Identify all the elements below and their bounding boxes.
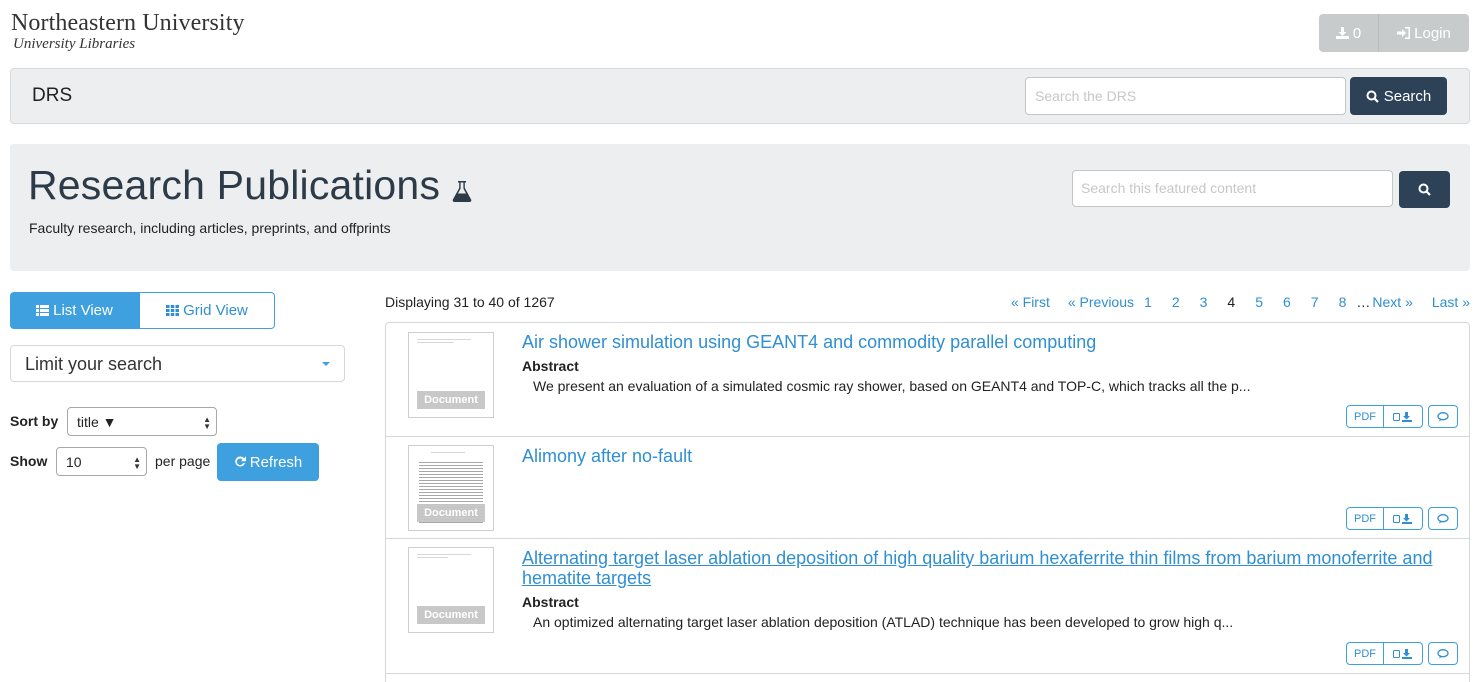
sort-select-value: title ▼ bbox=[77, 413, 117, 430]
select-arrows-icon: ▲ ▼ bbox=[133, 455, 141, 471]
drs-search-input[interactable]: Search the DRS bbox=[1025, 77, 1346, 115]
refresh-icon bbox=[234, 456, 246, 467]
per-page-select-value: 10 bbox=[66, 453, 82, 470]
comment-button[interactable] bbox=[1428, 642, 1458, 665]
result-item: Document Alternating target laser ablati… bbox=[386, 539, 1469, 674]
sort-select[interactable]: title ▼ ▲ ▼ bbox=[67, 407, 217, 436]
pdf-button[interactable]: PDF bbox=[1346, 642, 1384, 665]
refresh-button[interactable]: Refresh bbox=[217, 443, 319, 481]
show-label: Show bbox=[10, 453, 48, 469]
pager-previous[interactable]: « Previous bbox=[1068, 294, 1134, 310]
result-title-link[interactable]: Alimony after no-fault bbox=[522, 446, 1462, 466]
select-arrows-icon: ▲ ▼ bbox=[203, 415, 211, 431]
per-page-select[interactable]: 10 ▲ ▼ bbox=[56, 447, 147, 476]
cart-count: 0 bbox=[1352, 24, 1362, 42]
limit-search-label: Limit your search bbox=[25, 354, 163, 374]
grid-view-button[interactable]: Grid View bbox=[139, 292, 275, 329]
pager-last[interactable]: Last » bbox=[1432, 294, 1470, 310]
document-label: Document bbox=[417, 606, 485, 624]
pager-page-8[interactable]: 8 bbox=[1339, 294, 1347, 310]
search-icon bbox=[1418, 183, 1431, 196]
pager-page-6[interactable]: 6 bbox=[1283, 294, 1291, 310]
pdf-button[interactable]: PDF bbox=[1346, 405, 1384, 428]
limit-search-dropdown[interactable]: Limit your search bbox=[10, 345, 345, 382]
search-button-label: Search bbox=[1383, 87, 1432, 105]
result-actions: PDF bbox=[1346, 507, 1458, 530]
result-actions: PDF bbox=[1346, 642, 1458, 665]
abstract-text: An optimized alternating target laser ab… bbox=[533, 614, 1234, 630]
add-download-button[interactable] bbox=[1384, 405, 1423, 428]
refresh-label: Refresh bbox=[249, 453, 303, 471]
pager-ellipsis: … bbox=[1356, 294, 1371, 310]
document-thumbnail[interactable]: Document bbox=[408, 445, 494, 531]
download-icon bbox=[1393, 513, 1412, 524]
featured-search-input[interactable]: Search this featured content bbox=[1072, 170, 1393, 207]
nav-title-drs[interactable]: DRS bbox=[32, 85, 72, 107]
document-label: Document bbox=[417, 391, 485, 409]
sort-by-label: Sort by bbox=[10, 413, 59, 429]
pager-current-page: 4 bbox=[1227, 294, 1236, 310]
download-icon bbox=[1393, 411, 1412, 422]
result-title-link[interactable]: Alternating target laser ablation deposi… bbox=[522, 548, 1462, 588]
document-label: Document bbox=[417, 504, 485, 522]
document-thumbnail[interactable]: Document bbox=[408, 332, 494, 418]
result-item: Document Alimony after no-fault PDF bbox=[386, 437, 1469, 539]
page-title-text: Research Publications bbox=[28, 162, 441, 208]
result-item: Document Air shower simulation using GEA… bbox=[386, 323, 1469, 437]
page-title: Research Publications bbox=[28, 162, 472, 212]
page-subtitle: Faculty research, including articles, pr… bbox=[29, 220, 391, 236]
search-icon bbox=[1366, 90, 1379, 103]
view-toggle: List View Grid View bbox=[10, 292, 275, 329]
list-icon bbox=[36, 305, 50, 316]
download-icon bbox=[1393, 648, 1412, 659]
abstract-label: Abstract bbox=[522, 594, 579, 610]
pdf-button[interactable]: PDF bbox=[1346, 507, 1384, 530]
result-title-link[interactable]: Air shower simulation using GEANT4 and c… bbox=[522, 332, 1462, 352]
sign-in-icon bbox=[1397, 27, 1411, 39]
login-button[interactable]: Login bbox=[1379, 14, 1469, 52]
featured-search-button[interactable] bbox=[1399, 171, 1450, 208]
document-thumbnail[interactable]: Document bbox=[408, 547, 494, 633]
pager-page-7[interactable]: 7 bbox=[1311, 294, 1319, 310]
result-actions: PDF bbox=[1346, 405, 1458, 428]
featured-content-header: Research Publications Faculty research, … bbox=[10, 144, 1470, 271]
drs-search-button[interactable]: Search bbox=[1350, 77, 1447, 115]
login-label: Login bbox=[1414, 24, 1451, 42]
caret-down-icon bbox=[322, 362, 330, 366]
abstract-label: Abstract bbox=[522, 358, 579, 374]
pager-page-1[interactable]: 1 bbox=[1144, 294, 1152, 310]
comment-icon bbox=[1437, 648, 1449, 658]
comment-button[interactable] bbox=[1428, 405, 1458, 428]
results-list: Document Air shower simulation using GEA… bbox=[385, 322, 1470, 682]
add-download-button[interactable] bbox=[1384, 507, 1423, 530]
account-buttons: 0 Login bbox=[1319, 14, 1469, 52]
grid-view-label: Grid View bbox=[183, 302, 248, 319]
list-view-label: List View bbox=[53, 302, 113, 319]
per-page-label: per page bbox=[155, 453, 211, 469]
download-icon bbox=[1335, 27, 1349, 39]
abstract-text: We present an evaluation of a simulated … bbox=[533, 378, 1251, 394]
add-download-button[interactable] bbox=[1384, 642, 1423, 665]
university-logo[interactable]: Northeastern University University Libra… bbox=[11, 10, 245, 53]
pager-next[interactable]: Next » bbox=[1372, 294, 1412, 310]
comment-icon bbox=[1437, 411, 1449, 421]
comment-button[interactable] bbox=[1428, 507, 1458, 530]
pager-page-3[interactable]: 3 bbox=[1200, 294, 1208, 310]
list-view-button[interactable]: List View bbox=[10, 292, 139, 329]
flask-icon bbox=[452, 165, 472, 212]
results-count: Displaying 31 to 40 of 1267 bbox=[385, 294, 555, 310]
pager-page-5[interactable]: 5 bbox=[1255, 294, 1263, 310]
main-navbar: DRS Search the DRS Search bbox=[10, 68, 1470, 124]
pager-first[interactable]: « First bbox=[1011, 294, 1050, 310]
brand-subtitle: University Libraries bbox=[13, 36, 136, 52]
download-cart-button[interactable]: 0 bbox=[1319, 14, 1379, 52]
comment-icon bbox=[1437, 513, 1449, 523]
pagination: « First « Previous 1 2 3 4 5 6 7 8 … Nex… bbox=[1011, 294, 1470, 310]
brand-name: Northeastern University bbox=[11, 10, 245, 36]
grid-icon bbox=[166, 305, 180, 316]
pager-page-2[interactable]: 2 bbox=[1172, 294, 1180, 310]
